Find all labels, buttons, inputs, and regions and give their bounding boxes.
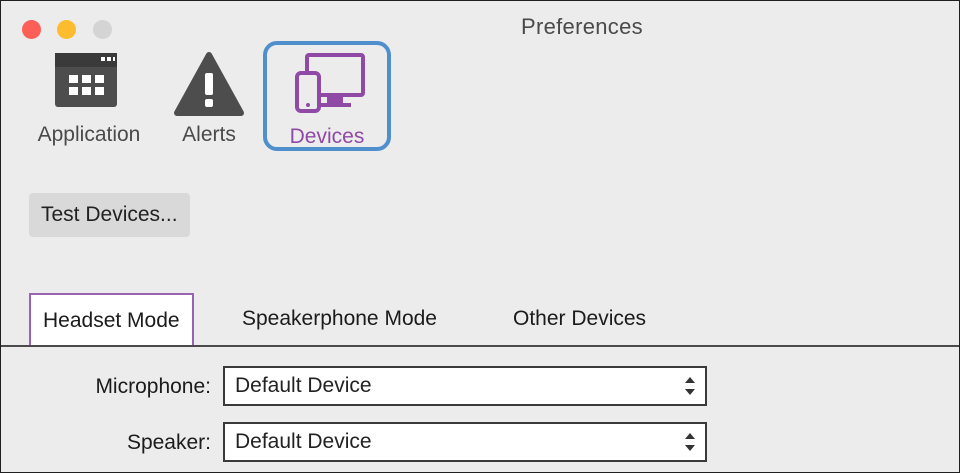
speaker-label: Speaker: [126, 431, 211, 454]
toolbar-item-application[interactable]: Application [29, 47, 149, 157]
preferences-window: Preferences Application Alerts Devices T… [0, 0, 960, 473]
tab-other-devices[interactable]: Other Devices [513, 293, 646, 345]
toolbar-label-devices: Devices [289, 125, 365, 148]
microphone-select[interactable]: Default Device [223, 366, 707, 406]
calendar-grid-icon [29, 47, 149, 119]
speaker-select-value: Default Device [235, 430, 372, 453]
toolbar-label-application: Application [37, 123, 141, 146]
microphone-select-value: Default Device [235, 374, 372, 397]
toolbar-item-alerts[interactable]: Alerts [159, 47, 259, 157]
tab-speakerphone-mode[interactable]: Speakerphone Mode [242, 293, 437, 345]
devices-icon [267, 51, 387, 123]
tab-headset-mode[interactable]: Headset Mode [29, 293, 194, 345]
window-title: Preferences [521, 14, 643, 39]
toolbar-label-alerts: Alerts [182, 123, 236, 146]
up-down-chevron-icon [683, 368, 697, 404]
speaker-row: Speaker: Default Device [1, 422, 959, 464]
test-devices-button[interactable]: Test Devices... [29, 193, 190, 237]
mode-tab-bar: Headset Mode Speakerphone Mode Other Dev… [1, 293, 959, 347]
toolbar-item-devices[interactable]: Devices [263, 41, 391, 151]
microphone-label: Microphone: [95, 375, 211, 398]
warning-triangle-icon [159, 47, 259, 119]
up-down-chevron-icon [683, 424, 697, 460]
microphone-row: Microphone: Default Device [1, 366, 959, 408]
speaker-select[interactable]: Default Device [223, 422, 707, 462]
